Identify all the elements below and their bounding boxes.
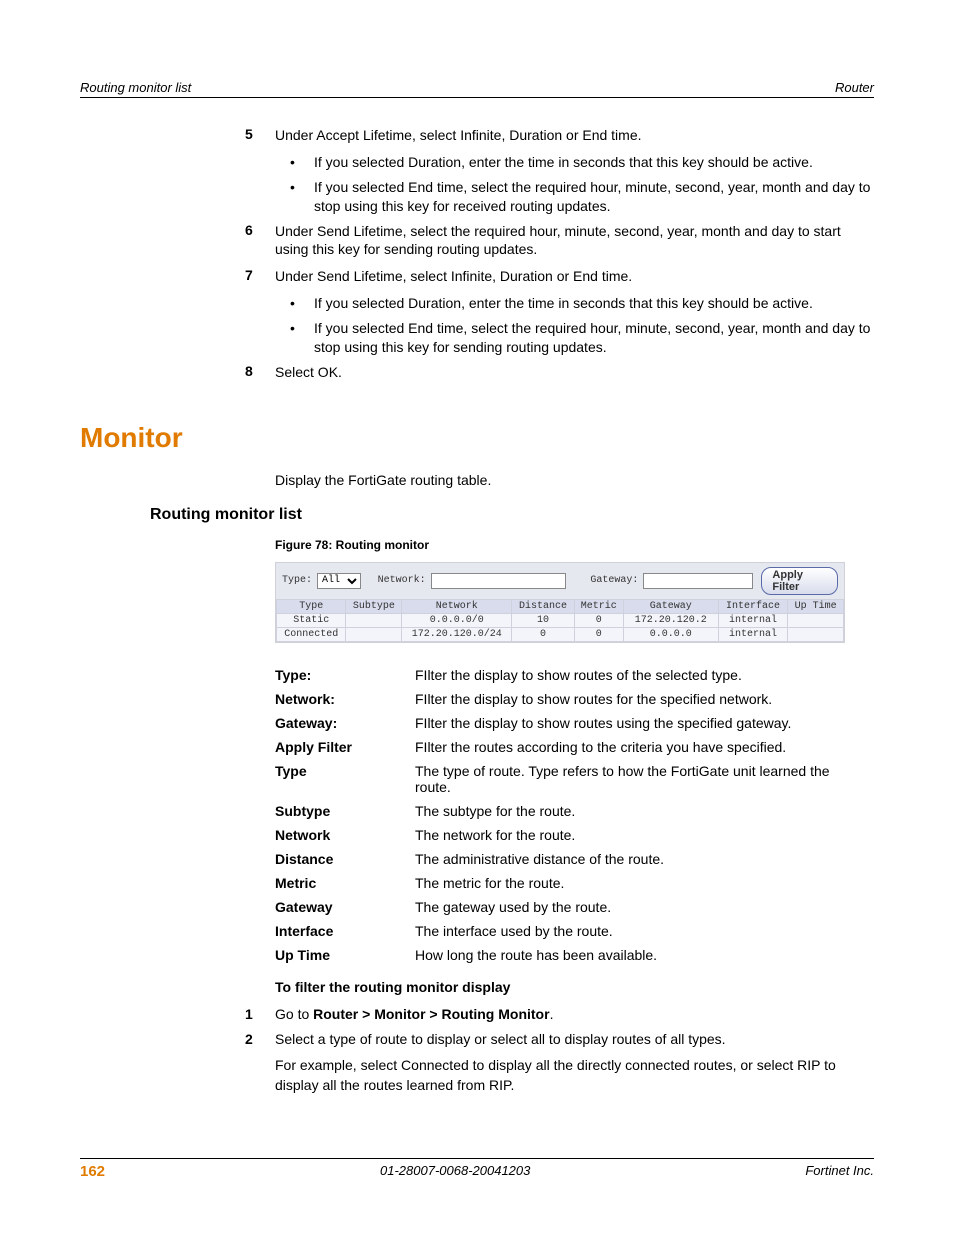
col-interface: Interface (718, 599, 787, 613)
def-val: FIlter the display to show routes using … (415, 715, 845, 731)
bullet: •If you selected End time, select the re… (290, 178, 874, 216)
def-val: The metric for the route. (415, 875, 845, 891)
network-input[interactable] (431, 573, 567, 589)
bullet-text: If you selected End time, select the req… (314, 319, 874, 357)
proc-step-1: 1 Go to Router > Monitor > Routing Monit… (245, 1005, 874, 1025)
def-val: FIlter the display to show routes of the… (415, 667, 845, 683)
def-val: How long the route has been available. (415, 947, 845, 963)
doc-id: 01-28007-0068-20041203 (380, 1163, 530, 1180)
def-key: Up Time (275, 947, 415, 963)
page-number: 162 (80, 1163, 105, 1180)
def-val: The gateway used by the route. (415, 899, 845, 915)
network-label: Network: (378, 575, 426, 586)
section-intro: Display the FortiGate routing table. (275, 472, 874, 488)
page-header: Routing monitor list Router (80, 80, 874, 98)
col-type: Type (277, 599, 346, 613)
def-val: FIlter the display to show routes for th… (415, 691, 845, 707)
page-footer: 162 01-28007-0068-20041203 Fortinet Inc. (80, 1158, 874, 1180)
col-gateway: Gateway (623, 599, 718, 613)
step-7: 7 Under Send Lifetime, select Infinite, … (245, 267, 874, 286)
bullet: •If you selected End time, select the re… (290, 319, 874, 357)
col-uptime: Up Time (788, 599, 844, 613)
apply-filter-button[interactable]: Apply Filter (761, 567, 838, 595)
def-val: The network for the route. (415, 827, 845, 843)
step-5: 5 Under Accept Lifetime, select Infinite… (245, 126, 874, 145)
gateway-label: Gateway: (590, 575, 638, 586)
def-val: The interface used by the route. (415, 923, 845, 939)
def-key: Gateway: (275, 715, 415, 731)
section-heading: Monitor (80, 422, 874, 454)
def-val: The subtype for the route. (415, 803, 845, 819)
def-val: FIlter the routes according to the crite… (415, 739, 845, 755)
bullet-text: If you selected Duration, enter the time… (314, 153, 813, 172)
bullet: •If you selected Duration, enter the tim… (290, 153, 874, 172)
col-distance: Distance (512, 599, 575, 613)
def-key: Type (275, 763, 415, 795)
type-label: Type: (282, 575, 312, 586)
bullet-dot-icon: • (290, 319, 314, 357)
def-key: Network (275, 827, 415, 843)
def-key: Apply Filter (275, 739, 415, 755)
step-text: Go to Router > Monitor > Routing Monitor… (275, 1005, 874, 1025)
def-val: The administrative distance of the route… (415, 851, 845, 867)
step-5-bullets: •If you selected Duration, enter the tim… (290, 153, 874, 216)
table-row: Static 0.0.0.0/0 10 0 172.20.120.2 inter… (277, 613, 844, 627)
step-num: 8 (245, 363, 275, 382)
step-num: 7 (245, 267, 275, 286)
def-key: Subtype (275, 803, 415, 819)
proc-step-2: 2 Select a type of route to display or s… (245, 1030, 874, 1050)
gateway-input[interactable] (643, 573, 753, 589)
type-select[interactable]: All (317, 573, 361, 589)
col-network: Network (402, 599, 512, 613)
table-row: Connected 172.20.120.0/24 0 0 0.0.0.0 in… (277, 627, 844, 641)
step-text: Under Send Lifetime, select Infinite, Du… (275, 267, 874, 286)
col-metric: Metric (574, 599, 623, 613)
def-val: The type of route. Type refers to how th… (415, 763, 845, 795)
proc-step-2-cont: For example, select Connected to display… (275, 1056, 874, 1095)
step-text: Under Send Lifetime, select the required… (275, 222, 874, 260)
col-subtype: Subtype (346, 599, 402, 613)
step-7-bullets: •If you selected Duration, enter the tim… (290, 294, 874, 357)
def-key: Interface (275, 923, 415, 939)
bullet-dot-icon: • (290, 178, 314, 216)
header-left: Routing monitor list (80, 80, 191, 95)
def-key: Network: (275, 691, 415, 707)
procedure-heading: To filter the routing monitor display (275, 979, 874, 995)
step-num: 5 (245, 126, 275, 145)
step-8: 8 Select OK. (245, 363, 874, 382)
subsection-heading: Routing monitor list (150, 506, 874, 524)
def-key: Gateway (275, 899, 415, 915)
step-6: 6 Under Send Lifetime, select the requir… (245, 222, 874, 260)
bullet-dot-icon: • (290, 294, 314, 313)
bullet-dot-icon: • (290, 153, 314, 172)
def-key: Distance (275, 851, 415, 867)
step-num: 2 (245, 1030, 275, 1050)
step-num: 6 (245, 222, 275, 260)
filter-bar: Type: All Network: Gateway: Apply Filter (276, 563, 844, 599)
step-text: Select a type of route to display or sel… (275, 1030, 874, 1050)
company: Fortinet Inc. (805, 1163, 874, 1180)
routing-table: Type Subtype Network Distance Metric Gat… (276, 599, 844, 642)
step-num: 1 (245, 1005, 275, 1025)
step-text: Select OK. (275, 363, 874, 382)
step-text: Under Accept Lifetime, select Infinite, … (275, 126, 874, 145)
table-header-row: Type Subtype Network Distance Metric Gat… (277, 599, 844, 613)
bullet-text: If you selected Duration, enter the time… (314, 294, 813, 313)
field-definitions: Type:FIlter the display to show routes o… (275, 667, 845, 963)
header-right: Router (835, 80, 874, 95)
def-key: Metric (275, 875, 415, 891)
def-key: Type: (275, 667, 415, 683)
bullet: •If you selected Duration, enter the tim… (290, 294, 874, 313)
routing-monitor-figure: Type: All Network: Gateway: Apply Filter… (275, 562, 845, 643)
bullet-text: If you selected End time, select the req… (314, 178, 874, 216)
figure-caption: Figure 78: Routing monitor (275, 538, 874, 552)
